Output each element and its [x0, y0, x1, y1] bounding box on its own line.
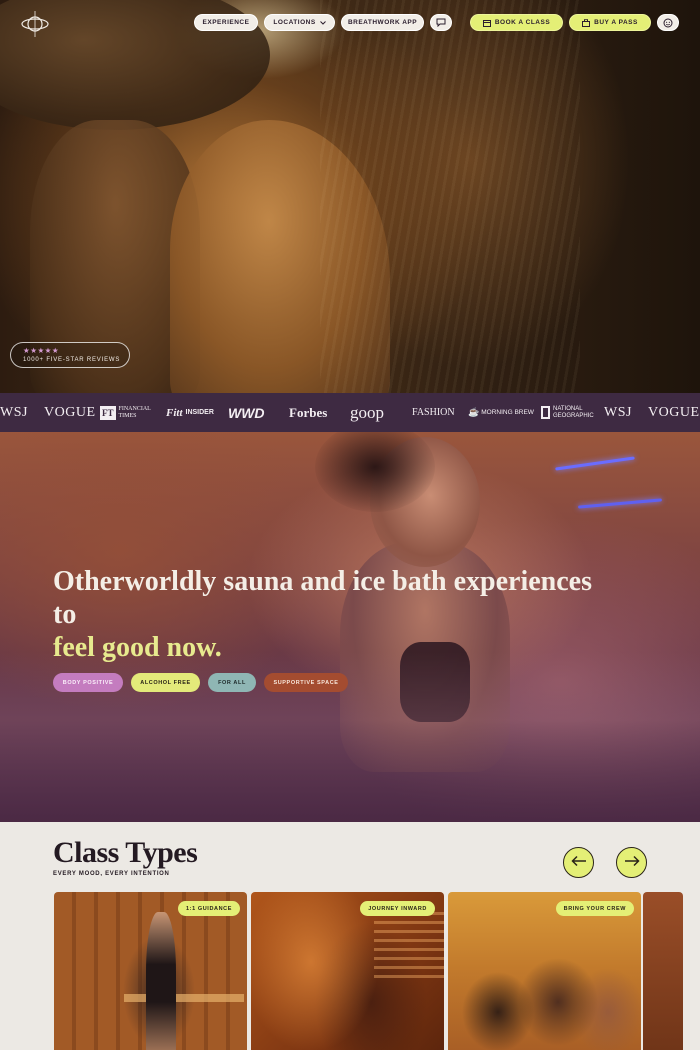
carousel-next-button[interactable] [616, 847, 647, 878]
press-logo-wsj: WSJ [0, 404, 28, 420]
nav-locations-label: LOCATIONS [273, 19, 316, 26]
morning-brew-wordmark: MORNING BREW [481, 409, 534, 416]
insider-mark: INSIDER [185, 409, 214, 416]
press-logo-wwd: WWD [228, 404, 265, 421]
reviews-label: 1000+ FIVE-STAR REVIEWS [23, 357, 121, 363]
buy-a-pass-label: BUY A PASS [594, 19, 638, 26]
arrow-left-icon [570, 854, 587, 872]
tag-body-positive: BODY POSITIVE [53, 673, 123, 692]
class-card-photo-blinds [374, 912, 444, 982]
chat-bubble-icon [436, 18, 446, 27]
class-card-photo-figure [146, 912, 176, 1050]
reviews-badge[interactable]: ★★★★★ 1000+ FIVE-STAR REVIEWS [10, 342, 130, 368]
class-card[interactable]: 1:1 GUIDANCE [54, 892, 247, 1050]
class-card-badge: JOURNEY INWARD [360, 901, 435, 916]
calendar-icon [482, 19, 491, 27]
class-card-partial[interactable] [643, 892, 683, 1050]
press-logo-fashion: FASHION [412, 407, 455, 418]
neon-light-strip [578, 498, 662, 509]
class-types-section: Class Types EVERY MOOD, EVERY INTENTION … [0, 822, 700, 1050]
press-logo-morning-brew: ☕ MORNING BREW [468, 393, 534, 432]
press-logo-national-geographic: NATIONAL GEOGRAPHIC [541, 393, 594, 432]
press-logo-wsj-repeat: WSJ [604, 404, 632, 420]
class-card-badge: 1:1 GUIDANCE [177, 901, 240, 916]
coffee-cup-icon: ☕ [468, 407, 480, 417]
press-logo-vogue-repeat: VOGUE [648, 404, 700, 420]
chevron-down-icon [319, 20, 326, 25]
class-types-title: Class Types [53, 836, 198, 869]
book-a-class-label: BOOK A CLASS [494, 19, 551, 26]
ft-wordmark: FINANCIAL TIMES [118, 406, 151, 419]
class-types-subtitle: EVERY MOOD, EVERY INTENTION [53, 871, 170, 877]
intro-headline: Otherworldly sauna and ice bath experien… [53, 565, 613, 664]
carousel-prev-button[interactable] [563, 847, 594, 878]
orbit-logo-icon[interactable] [20, 9, 50, 39]
hero-section: EXPERIENCE LOCATIONS BREATHWORK APP BOOK… [0, 0, 700, 393]
nav-experience-label: EXPERIENCE [202, 19, 250, 26]
nav-locations-button[interactable]: LOCATIONS [264, 14, 335, 31]
class-card[interactable]: JOURNEY INWARD [251, 892, 444, 1050]
press-logo-vogue: VOGUE [44, 404, 96, 420]
shopping-bag-icon [582, 18, 591, 27]
class-card-badge: BRING YOUR CREW [555, 901, 634, 916]
intro-headline-accent: feel good now. [53, 632, 222, 663]
press-logo-fitt-insider: Fitt INSIDER [166, 393, 214, 432]
class-card[interactable]: BRING YOUR CREW [448, 892, 641, 1050]
tag-supportive-space: SUPPORTIVE SPACE [264, 673, 348, 692]
press-logo-forbes: Forbes [289, 404, 328, 420]
nat-geo-wordmark: NATIONAL GEOGRAPHIC [553, 406, 594, 419]
account-button[interactable] [657, 14, 679, 31]
five-star-rating: ★★★★★ [23, 346, 60, 355]
ft-mark: FT [100, 405, 116, 420]
nav-experience-button[interactable]: EXPERIENCE [194, 14, 258, 31]
fitt-mark: Fitt [166, 406, 183, 419]
main-nav: EXPERIENCE LOCATIONS BREATHWORK APP [194, 14, 452, 31]
tag-alcohol-free: ALCOHOL FREE [131, 673, 200, 692]
nav-breathwork-app-button[interactable]: BREATHWORK APP [341, 14, 424, 31]
press-logo-bar: WSJ VOGUE FT FINANCIAL TIMES Fitt INSIDE… [0, 393, 700, 432]
class-card-photo-bench [124, 994, 244, 1002]
nat-geo-frame-icon [541, 406, 550, 419]
intro-headline-text: Otherworldly sauna and ice bath experien… [53, 566, 592, 630]
book-a-class-button[interactable]: BOOK A CLASS [470, 14, 563, 31]
tag-for-all: FOR ALL [208, 673, 256, 692]
arrow-right-icon [624, 854, 640, 872]
press-logo-financial-times: FT FINANCIAL TIMES [100, 393, 153, 432]
buy-a-pass-button[interactable]: BUY A PASS [569, 14, 651, 31]
press-logo-goop: goop [350, 402, 384, 422]
chat-button[interactable] [430, 14, 452, 31]
hero-photo-steam [320, 0, 580, 393]
nav-breathwork-app-label: BREATHWORK APP [347, 19, 418, 26]
user-face-icon [663, 18, 673, 28]
action-nav: BOOK A CLASS BUY A PASS [470, 14, 679, 31]
neon-light-strip [555, 456, 635, 471]
value-tags: BODY POSITIVE ALCOHOL FREE FOR ALL SUPPO… [53, 673, 348, 692]
